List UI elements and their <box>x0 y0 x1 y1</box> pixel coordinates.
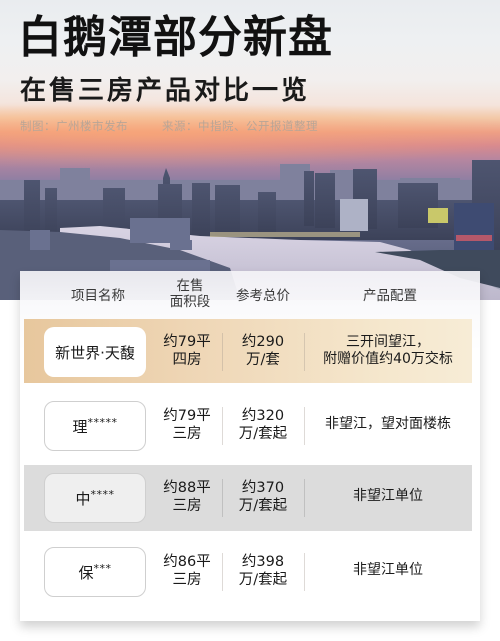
table-row: 理***** 约79平 三房 约320 万/套起 非望江，望对面楼栋 <box>24 393 472 457</box>
project-name-initial: 保 <box>78 563 94 582</box>
table-row: 中**** 约88平 三房 约370 万/套起 非望江单位 <box>24 465 472 531</box>
table-row: 新世界·天馥 约79平 四房 约290 万/套 三开间望江， 附赠价值约40万交… <box>24 319 472 383</box>
config-cell: 非望江单位 <box>304 465 472 529</box>
project-name-initial: 中 <box>75 489 91 508</box>
price-unit: 万/套起 <box>238 498 288 514</box>
column-header-name: 项目名称 <box>71 288 125 304</box>
project-name: 新世界·天馥 <box>55 343 135 362</box>
column-header-area-line2: 面积段 <box>169 293 211 310</box>
area-value: 约79平 <box>163 333 211 350</box>
config-line1: 三开间望江， <box>346 333 430 350</box>
column-header-config: 产品配置 <box>363 288 417 304</box>
page-title: 白鹅潭部分新盘 <box>18 12 333 63</box>
area-value: 约86平 <box>163 553 211 570</box>
area-cell: 约79平 三房 <box>152 393 222 457</box>
credit-source: 来源：中指院、公开报道整理 <box>162 119 318 133</box>
config-cell: 三开间望江， 附赠价值约40万交标 <box>304 319 472 383</box>
credit-producer: 制图：广州楼市发布 <box>20 119 128 133</box>
area-cell: 约79平 四房 <box>152 319 222 383</box>
table-header: 项目名称 在售 面积段 参考总价 产品配置 <box>20 271 480 317</box>
room-type: 三房 <box>172 498 202 514</box>
project-name: 保*** <box>78 562 111 583</box>
price-unit: 万/套起 <box>238 426 288 442</box>
name-mask: **** <box>90 487 115 501</box>
config-cell: 非望江单位 <box>304 539 472 603</box>
project-name-box: 中**** <box>44 473 146 523</box>
name-mask: ***** <box>87 415 118 429</box>
room-type: 四房 <box>172 352 202 368</box>
project-name: 理***** <box>72 416 117 437</box>
table-row: 保*** 约86平 三房 约398 万/套起 非望江单位 <box>24 539 472 603</box>
project-name-initial: 理 <box>72 417 88 436</box>
config-line2: 附赠价值约40万交标 <box>323 351 453 367</box>
price-cell: 约290 万/套 <box>222 319 304 383</box>
lit-building <box>340 199 368 231</box>
project-name-box: 新世界·天馥 <box>44 327 146 377</box>
area-value: 约88平 <box>163 479 211 496</box>
price-value: 约320 <box>241 407 285 424</box>
lit-billboard <box>428 208 448 223</box>
project-name-box: 保*** <box>44 547 146 597</box>
price-value: 约370 <box>241 479 285 496</box>
area-cell: 约88平 三房 <box>152 465 222 529</box>
name-mask: *** <box>93 561 112 575</box>
config-line1: 非望江单位 <box>353 488 423 505</box>
page-subtitle: 在售三房产品对比一览 <box>20 76 311 106</box>
led-stripe <box>456 235 492 241</box>
config-line1: 非望江，望对面楼栋 <box>325 416 451 433</box>
room-type: 三房 <box>172 572 202 588</box>
price-value: 约290 <box>241 333 285 350</box>
project-name-box: 理***** <box>44 401 146 451</box>
area-value: 约79平 <box>163 407 211 424</box>
price-cell: 约370 万/套起 <box>222 465 304 529</box>
credits: 制图：广州楼市发布 来源：中指院、公开报道整理 <box>20 118 318 134</box>
waterfront-lights <box>210 232 360 237</box>
comparison-table: 项目名称 在售 面积段 参考总价 产品配置 新世界·天馥 约79平 四房 约29… <box>20 271 480 621</box>
column-header-area: 在售 面积段 <box>155 278 225 310</box>
room-type: 三房 <box>172 426 202 442</box>
price-cell: 约398 万/套起 <box>222 539 304 603</box>
price-cell: 约320 万/套起 <box>222 393 304 457</box>
column-header-area-line1: 在售 <box>176 278 204 294</box>
price-unit: 万/套 <box>246 352 280 368</box>
config-line1: 非望江单位 <box>353 562 423 579</box>
column-header-price: 参考总价 <box>236 288 290 304</box>
price-value: 约398 <box>241 553 285 570</box>
area-cell: 约86平 三房 <box>152 539 222 603</box>
project-name: 中**** <box>75 488 114 509</box>
config-cell: 非望江，望对面楼栋 <box>304 393 472 457</box>
price-unit: 万/套起 <box>238 572 288 588</box>
led-tower <box>454 203 494 258</box>
